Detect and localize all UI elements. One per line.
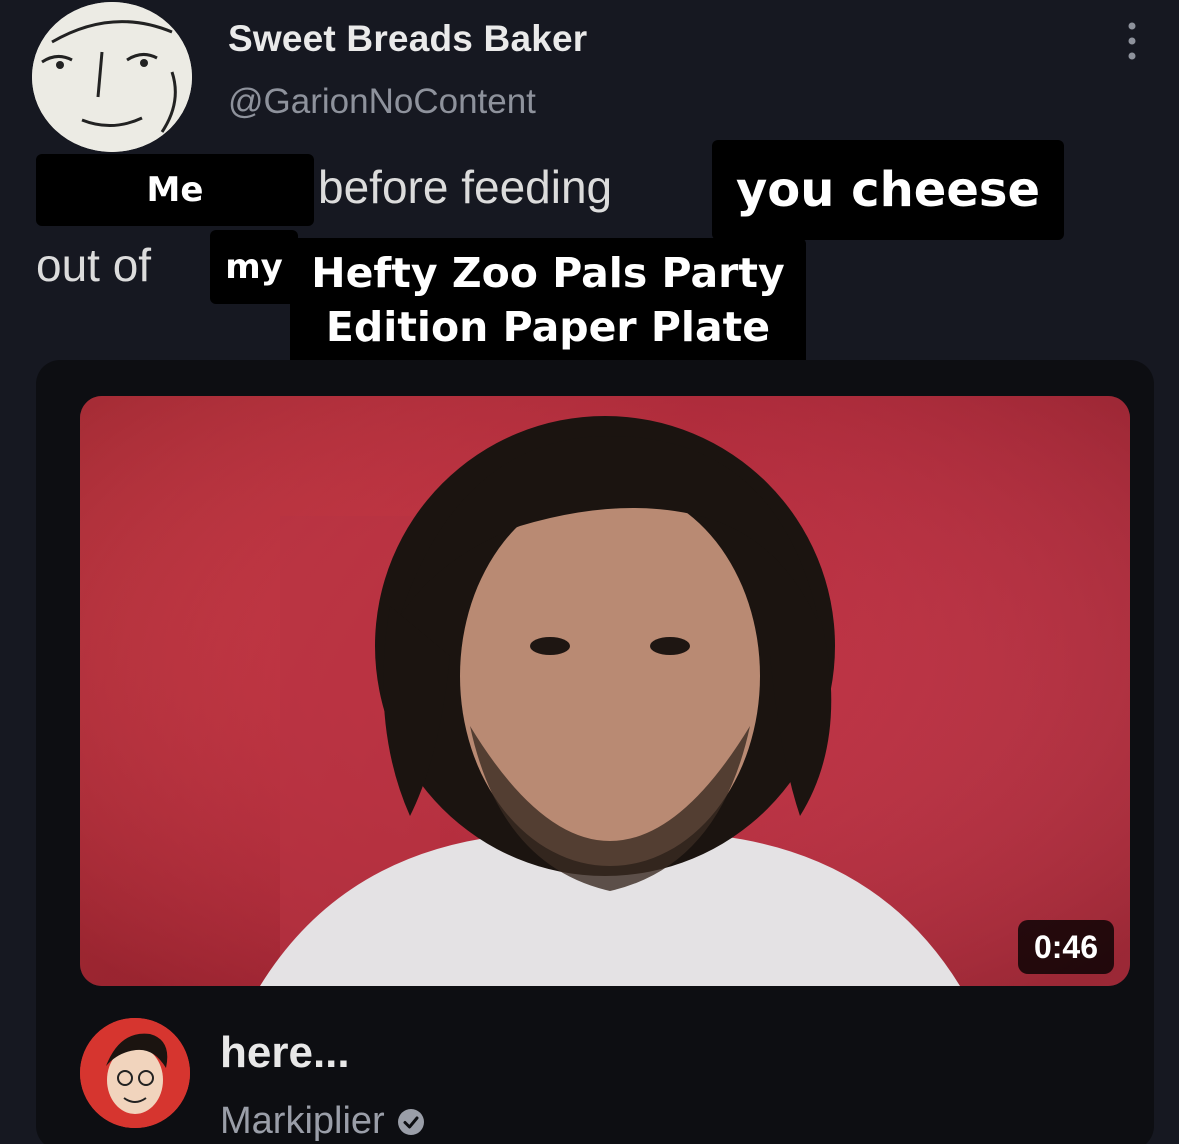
overlay-hefty-plate: Hefty Zoo Pals Party Edition Paper Plate: [290, 238, 806, 368]
overlay-my: my: [210, 230, 298, 304]
more-vertical-icon[interactable]: [1120, 20, 1144, 62]
overlay-hefty-line2: Edition Paper Plate: [325, 303, 771, 351]
overlay-me: Me: [36, 154, 314, 226]
tweet-text-line1: before feeding: [318, 161, 613, 213]
video-title[interactable]: here...: [220, 1028, 350, 1078]
cartoon-face-icon: [32, 2, 192, 152]
meme-screenshot: Sweet Breads Baker @GarionNoContent befo…: [0, 0, 1179, 1144]
person-portrait-icon: [80, 396, 1130, 986]
verified-check-icon: [397, 1108, 424, 1135]
video-thumbnail[interactable]: [80, 396, 1130, 986]
cartoon-channel-face-icon: [80, 1018, 190, 1128]
video-duration-badge: 0:46: [1018, 920, 1114, 974]
user-handle[interactable]: @GarionNoContent: [228, 82, 536, 122]
overlay-hefty-line1: Hefty Zoo Pals Party: [311, 249, 785, 297]
overlay-you-cheese: you cheese: [712, 140, 1064, 240]
channel-avatar[interactable]: [80, 1018, 190, 1128]
channel-name[interactable]: Markiplier: [220, 1100, 385, 1143]
display-name[interactable]: Sweet Breads Baker: [228, 18, 587, 60]
user-avatar[interactable]: [32, 2, 192, 152]
channel-row[interactable]: Markiplier: [220, 1100, 425, 1143]
tweet-text-line2: out of: [36, 239, 152, 291]
